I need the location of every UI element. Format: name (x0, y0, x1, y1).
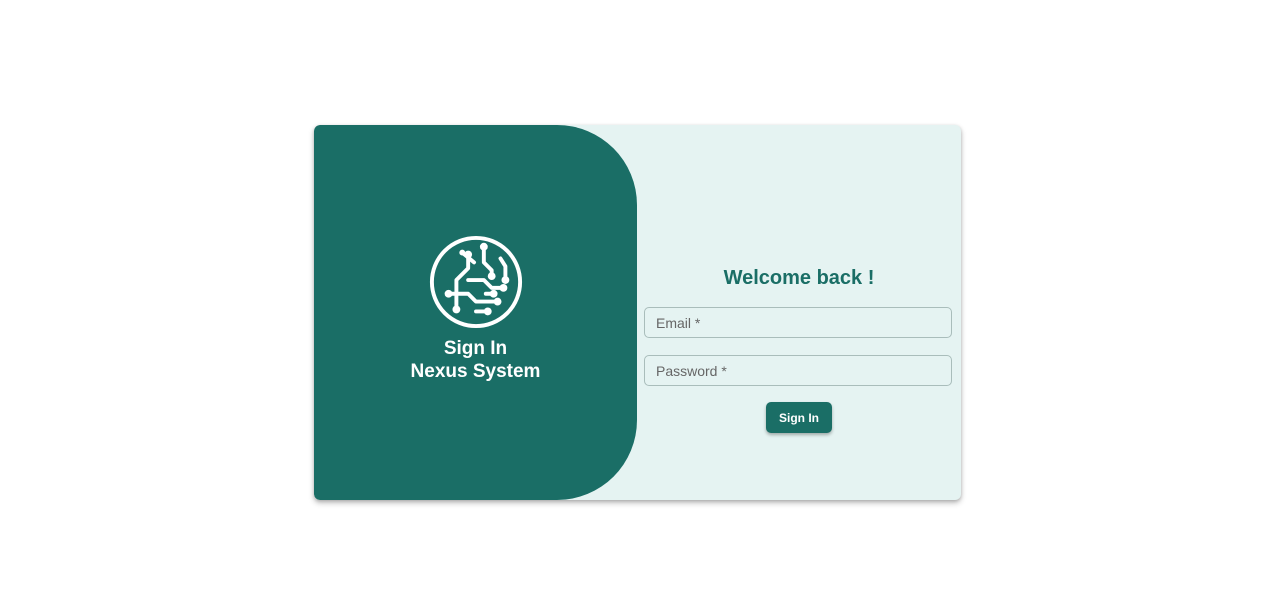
circuit-globe-icon (429, 235, 522, 328)
brand-panel: Sign In Nexus System (314, 125, 637, 500)
login-card: Sign In Nexus System Welcome back ! Sign… (314, 125, 961, 500)
brand-title-line1: Sign In (443, 337, 508, 359)
email-field-container (644, 307, 952, 338)
password-field[interactable] (645, 356, 951, 385)
email-field[interactable] (645, 308, 951, 337)
brand-title: Sign In Nexus System (411, 337, 541, 383)
brand-title-line2: Nexus System (410, 360, 541, 382)
sign-in-form: Welcome back ! (637, 125, 961, 500)
password-field-container (644, 355, 952, 386)
sign-in-button[interactable]: Sign In (766, 402, 832, 433)
welcome-heading: Welcome back ! (723, 267, 875, 289)
